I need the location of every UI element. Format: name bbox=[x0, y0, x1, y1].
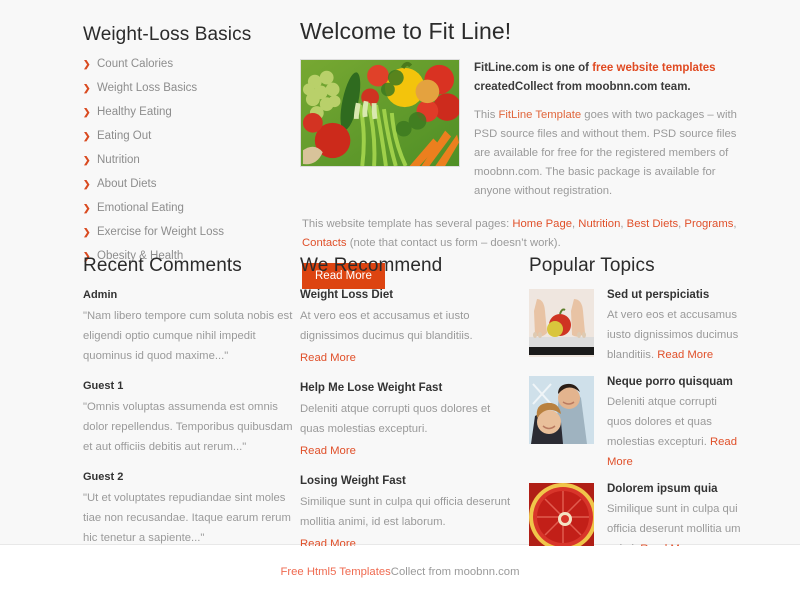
topic-item-title: Neque porro quisquam bbox=[607, 376, 733, 388]
recent-comments-title: Recent Comments bbox=[83, 255, 242, 276]
welcome-text: FitLine.com is one of free website templ… bbox=[474, 59, 745, 201]
smiling-couple-thumbnail[interactable] bbox=[529, 376, 594, 444]
chevron-right-icon: ❯ bbox=[83, 107, 91, 117]
pages-note: This website template has several pages:… bbox=[302, 218, 737, 249]
footer: Free Html5 TemplatesCollect from moobnn.… bbox=[0, 546, 800, 590]
recent-comments-section: Recent Comments Admin "Nam libero tempor… bbox=[83, 255, 298, 570]
footer-credit: Collect from moobnn.com bbox=[390, 566, 520, 578]
sidebar-item-exercise-for-weight-loss[interactable]: ❯ Exercise for Weight Loss bbox=[83, 226, 298, 239]
footer-text: Free Html5 TemplatesCollect from moobnn.… bbox=[0, 546, 800, 578]
sidebar-item-emotional-eating[interactable]: ❯ Emotional Eating bbox=[83, 202, 298, 215]
vegetables-image bbox=[300, 59, 460, 167]
comment-author: Guest 2 bbox=[83, 471, 124, 483]
lead-part-1: FitLine.com is one of bbox=[474, 62, 593, 74]
sidebar-item-label: Count Calories bbox=[97, 58, 174, 70]
sidebar-item-label: Nutrition bbox=[97, 154, 140, 166]
we-recommend-section: We Recommend Weight Loss Diet At vero eo… bbox=[300, 255, 515, 570]
topic-item-desc: Deleniti atque corrupti quos dolores et … bbox=[607, 392, 744, 472]
comment-text: "Ut et voluptates repudiandae sint moles… bbox=[83, 492, 291, 544]
recommend-item-title: Weight Loss Diet bbox=[300, 289, 394, 301]
read-more-link[interactable]: Read More bbox=[657, 349, 713, 361]
page-root: Weight-Loss Basics ❯ Count Calories ❯ We… bbox=[0, 0, 800, 590]
fitline-template-link[interactable]: FitLine Template bbox=[498, 109, 581, 121]
home-page-link[interactable]: Home Page bbox=[512, 218, 572, 230]
comment-text: "Omnis voluptas assumenda est omnis dolo… bbox=[83, 401, 293, 453]
recommend-item: Help Me Lose Weight Fast Deleniti atque … bbox=[300, 382, 515, 461]
chevron-right-icon: ❯ bbox=[83, 131, 91, 141]
comment-author: Admin bbox=[83, 289, 118, 301]
topic-text: Sed ut perspiciatis At vero eos et accus… bbox=[607, 289, 744, 365]
chevron-right-icon: ❯ bbox=[83, 227, 91, 237]
recommend-item-text: At vero eos et accusamus et iusto dignis… bbox=[300, 310, 473, 342]
three-column-row: Recent Comments Admin "Nam libero tempor… bbox=[0, 255, 800, 570]
recommend-item: Losing Weight Fast Similique sunt in cul… bbox=[300, 475, 515, 554]
comment-text: "Nam libero tempore cum soluta nobis est… bbox=[83, 310, 293, 362]
main-content-area: Weight-Loss Basics ❯ Count Calories ❯ We… bbox=[0, 0, 800, 555]
grapefruit-thumbnail[interactable] bbox=[529, 483, 594, 551]
contacts-link[interactable]: Contacts bbox=[302, 237, 347, 249]
comment-item: Guest 1 "Omnis voluptas assumenda est om… bbox=[83, 380, 298, 457]
best-diets-link[interactable]: Best Diets bbox=[627, 218, 678, 230]
description-part-1: This bbox=[474, 109, 499, 121]
welcome-body: FitLine.com is one of free website templ… bbox=[300, 59, 745, 201]
sidebar-nav-list: ❯ Count Calories ❯ Weight Loss Basics ❯ … bbox=[83, 58, 298, 263]
welcome-section: Welcome to Fit Line! FitLine.com is one … bbox=[300, 0, 745, 289]
topic-desc-text: Deleniti atque corrupti quos dolores et … bbox=[607, 396, 717, 448]
recommend-item-title: Help Me Lose Weight Fast bbox=[300, 382, 443, 394]
chevron-right-icon: ❯ bbox=[83, 83, 91, 93]
topic-item: Sed ut perspiciatis At vero eos et accus… bbox=[529, 289, 744, 365]
sidebar-item-label: Healthy Eating bbox=[97, 106, 172, 118]
sidebar-item-label: Emotional Eating bbox=[97, 202, 184, 214]
sidebar-item-count-calories[interactable]: ❯ Count Calories bbox=[83, 58, 298, 71]
sidebar-item-weight-loss-basics[interactable]: ❯ Weight Loss Basics bbox=[83, 82, 298, 95]
top-row: Weight-Loss Basics ❯ Count Calories ❯ We… bbox=[0, 0, 800, 289]
page-title: Welcome to Fit Line! bbox=[300, 18, 512, 44]
free-html5-templates-link[interactable]: Free Html5 Templates bbox=[280, 566, 390, 578]
comment-item: Guest 2 "Ut et voluptates repudiandae si… bbox=[83, 471, 298, 548]
read-more-link[interactable]: Read More bbox=[300, 445, 356, 457]
read-more-link[interactable]: Read More bbox=[300, 352, 356, 364]
topic-item-title: Sed ut perspiciatis bbox=[607, 289, 710, 301]
sidebar-title: Weight-Loss Basics bbox=[83, 24, 252, 45]
sidebar-item-eating-out[interactable]: ❯ Eating Out bbox=[83, 130, 298, 143]
recommend-item-text: Similique sunt in culpa qui officia dese… bbox=[300, 496, 511, 528]
nutrition-link[interactable]: Nutrition bbox=[578, 218, 620, 230]
topic-item: Neque porro quisquam Deleniti atque corr… bbox=[529, 376, 744, 472]
sidebar-item-about-diets[interactable]: ❯ About Diets bbox=[83, 178, 298, 191]
sidebar-item-healthy-eating[interactable]: ❯ Healthy Eating bbox=[83, 106, 298, 119]
we-recommend-title: We Recommend bbox=[300, 255, 443, 276]
chevron-right-icon: ❯ bbox=[83, 179, 91, 189]
sidebar-item-label: Eating Out bbox=[97, 130, 152, 142]
programs-link[interactable]: Programs bbox=[684, 218, 733, 230]
chevron-right-icon: ❯ bbox=[83, 59, 91, 69]
free-website-templates-link[interactable]: free website templates bbox=[592, 62, 715, 74]
chevron-right-icon: ❯ bbox=[83, 155, 91, 165]
topic-text: Neque porro quisquam Deleniti atque corr… bbox=[607, 376, 744, 472]
comment-item: Admin "Nam libero tempore cum soluta nob… bbox=[83, 289, 298, 366]
sidebar-item-nutrition[interactable]: ❯ Nutrition bbox=[83, 154, 298, 167]
recommend-item: Weight Loss Diet At vero eos et accusamu… bbox=[300, 289, 515, 368]
sidebar: Weight-Loss Basics ❯ Count Calories ❯ We… bbox=[83, 0, 298, 289]
recommend-item-text: Deleniti atque corrupti quos dolores et … bbox=[300, 403, 491, 435]
topic-item-desc: At vero eos et accusamus iusto dignissim… bbox=[607, 305, 744, 365]
welcome-lead: FitLine.com is one of free website templ… bbox=[474, 59, 745, 97]
comment-author: Guest 1 bbox=[83, 380, 124, 392]
recommend-item-title: Losing Weight Fast bbox=[300, 475, 406, 487]
pages-note-suffix: (note that contact us form – doesn’t wor… bbox=[346, 237, 561, 249]
sidebar-item-label: Exercise for Weight Loss bbox=[97, 226, 224, 238]
sidebar-item-label: About Diets bbox=[97, 178, 157, 190]
pages-note-prefix: This website template has several pages: bbox=[302, 218, 513, 230]
description-part-2: goes with two packages – with PSD source… bbox=[474, 109, 737, 197]
sidebar-item-label: Weight Loss Basics bbox=[97, 82, 198, 94]
feet-on-scale-thumbnail[interactable] bbox=[529, 289, 594, 357]
chevron-right-icon: ❯ bbox=[83, 203, 91, 213]
welcome-description: This FitLine Template goes with two pack… bbox=[474, 106, 745, 201]
popular-topics-title: Popular Topics bbox=[529, 255, 655, 276]
lead-part-2: createdCollect from moobnn.com team. bbox=[474, 81, 691, 93]
popular-topics-section: Popular Topics Sed ut perspiciatis At ve… bbox=[529, 255, 744, 570]
topic-item-title: Dolorem ipsum quia bbox=[607, 483, 718, 495]
